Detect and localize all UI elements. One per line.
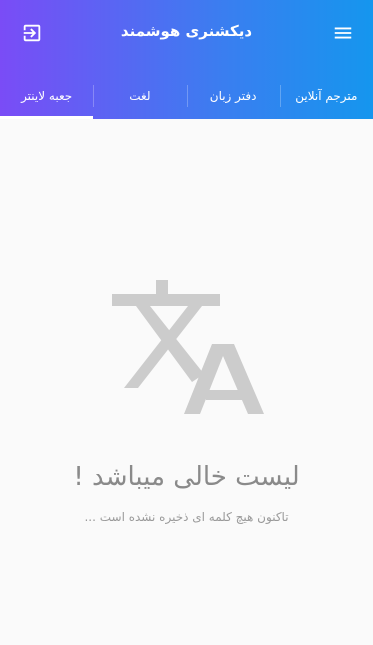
app-header: دیکشنری هوشمند جعبه لاینتر لغت دفتر زبان — [0, 0, 373, 119]
tab-language-notebook[interactable]: دفتر زبان — [186, 72, 280, 119]
empty-state-subtitle: تاکنون هیچ کلمه ای ذخیره نشده است ... — [84, 510, 289, 524]
menu-icon — [332, 22, 354, 48]
empty-state-title: لیست خالی میباشد ! — [73, 462, 300, 492]
logout-icon — [21, 22, 43, 48]
translate-icon — [108, 278, 268, 420]
tab-label: جعبه لاینتر — [21, 88, 73, 103]
tab-label: دفتر زبان — [209, 88, 257, 103]
tab-label: مترجم آنلاین — [295, 88, 358, 103]
app-title: دیکشنری هوشمند — [120, 22, 253, 40]
tab-leitner-box[interactable]: جعبه لاینتر — [0, 72, 94, 119]
logout-button[interactable] — [12, 15, 52, 55]
toolbar: دیکشنری هوشمند — [0, 0, 373, 70]
menu-button[interactable] — [323, 15, 363, 55]
tab-word[interactable]: لغت — [93, 72, 186, 119]
app-screen: دیکشنری هوشمند جعبه لاینتر لغت دفتر زبان — [0, 0, 373, 645]
tab-bar: جعبه لاینتر لغت دفتر زبان مترجم آنلاین — [0, 72, 373, 119]
tab-label: لغت — [129, 88, 151, 103]
tab-online-translator[interactable]: مترجم آنلاین — [279, 72, 373, 119]
